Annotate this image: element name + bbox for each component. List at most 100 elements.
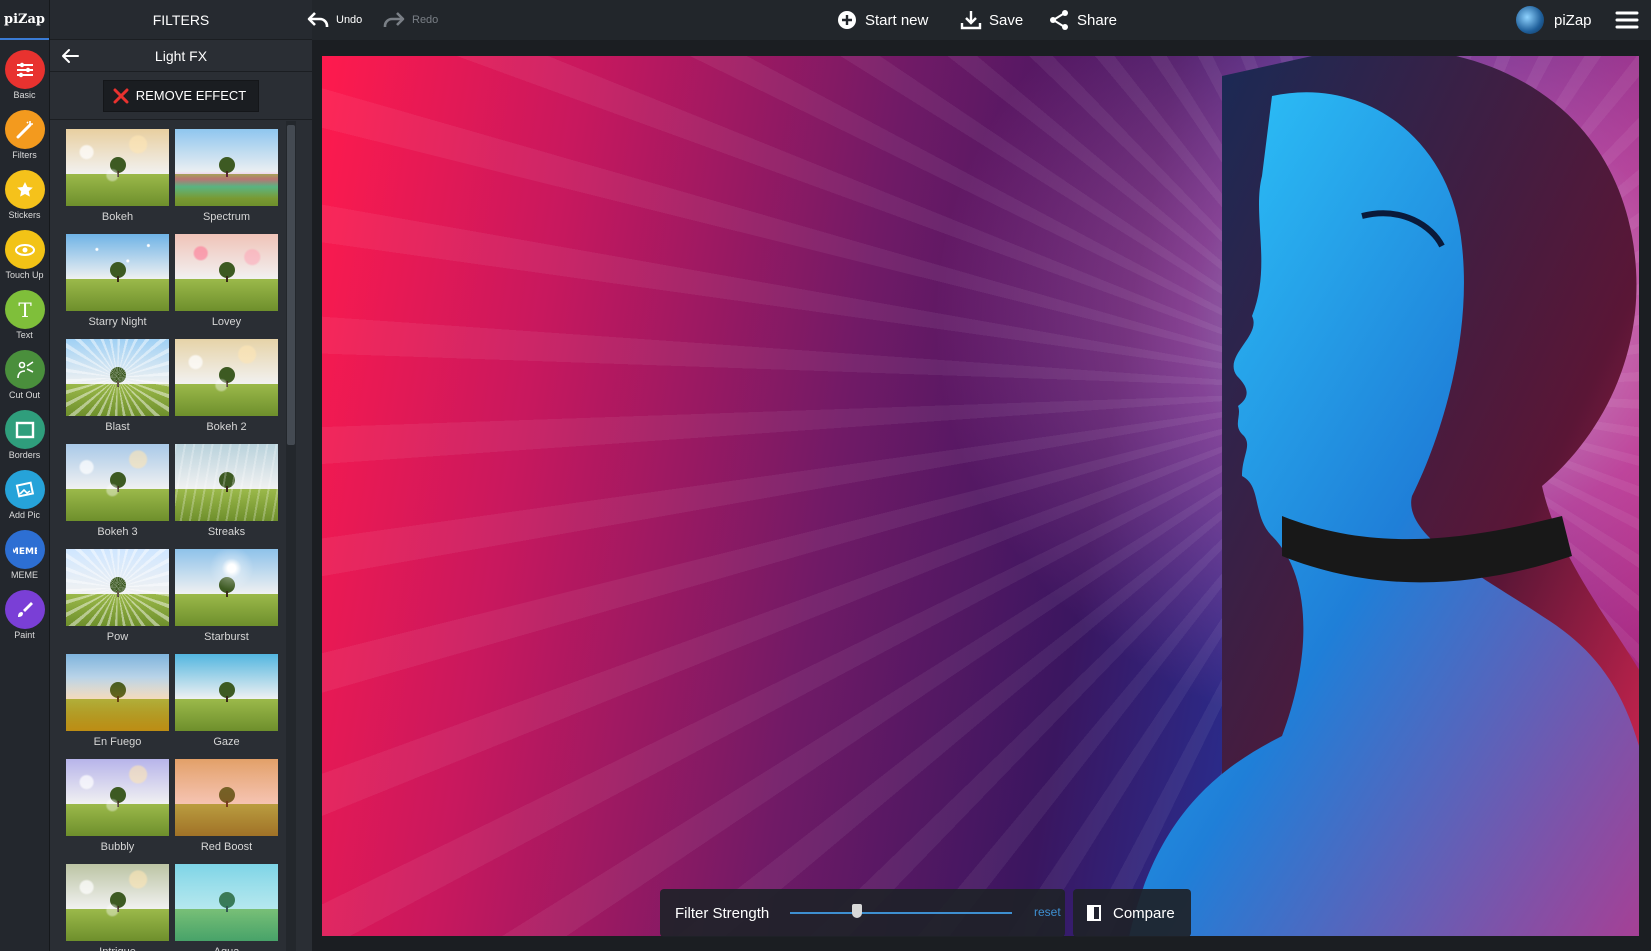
edited-photo[interactable] xyxy=(322,56,1639,936)
filter-label: Starburst xyxy=(204,631,249,643)
share-icon xyxy=(1050,10,1068,30)
filter-thumbnail xyxy=(66,759,169,836)
filter-thumbnail xyxy=(175,444,278,521)
app-logo[interactable]: piZap xyxy=(0,0,49,40)
cutout-icon xyxy=(4,350,45,389)
rail-item-touch-up[interactable]: Touch Up xyxy=(0,220,49,280)
undo-button[interactable]: Undo xyxy=(306,0,362,40)
user-name: piZap xyxy=(1554,11,1592,29)
filter-tile-streaks[interactable]: Streaks xyxy=(175,444,278,549)
avatar[interactable] xyxy=(1516,6,1544,34)
filter-thumbnail xyxy=(66,339,169,416)
panel-scrollbar[interactable] xyxy=(286,121,296,951)
compare-button[interactable]: Compare xyxy=(1073,889,1191,937)
plus-circle-icon xyxy=(838,11,856,29)
remove-effect-row: REMOVE EFFECT xyxy=(50,72,312,120)
filter-tile-starburst[interactable]: Starburst xyxy=(175,549,278,654)
filter-tile-bokeh[interactable]: Bokeh xyxy=(66,129,169,234)
rail-item-label: Touch Up xyxy=(5,270,44,280)
filter-strength-slider[interactable] xyxy=(790,904,1012,918)
filter-label: Gaze xyxy=(213,736,240,748)
filter-thumbnail xyxy=(175,654,278,731)
filter-strength-control: Filter Strength reset xyxy=(660,889,1065,937)
filter-tile-gaze[interactable]: Gaze xyxy=(175,654,278,759)
filter-thumbnail xyxy=(175,864,278,941)
back-arrow-icon[interactable] xyxy=(58,44,82,68)
rail-item-text[interactable]: T Text xyxy=(0,280,49,340)
filter-thumbnail xyxy=(175,339,278,416)
filter-label: Bubbly xyxy=(100,841,135,853)
rail-item-label: MEME xyxy=(11,570,38,580)
filter-thumbnail xyxy=(175,129,278,206)
start-new-label: Start new xyxy=(865,11,929,29)
filter-label: Pow xyxy=(106,631,129,643)
save-label: Save xyxy=(989,11,1024,29)
rail-item-label: Add Pic xyxy=(8,510,41,520)
rail-item-paint[interactable]: Paint xyxy=(0,580,49,640)
filter-tile-bubbly[interactable]: Bubbly xyxy=(66,759,169,864)
save-button[interactable]: Save xyxy=(959,0,1023,40)
filter-tile-red-boost[interactable]: Red Boost xyxy=(175,759,278,864)
rail-item-cut-out[interactable]: Cut Out xyxy=(0,340,49,400)
remove-effect-label: REMOVE EFFECT xyxy=(135,88,247,103)
filter-tile-intrigue[interactable]: Intrigue xyxy=(66,864,169,951)
undo-icon xyxy=(307,12,329,27)
filter-thumbnail xyxy=(66,444,169,521)
filter-label: Spectrum xyxy=(202,211,251,223)
rail-item-label: Borders xyxy=(8,450,41,460)
rail-item-borders[interactable]: Borders xyxy=(0,400,49,460)
filter-thumbnail xyxy=(175,549,278,626)
rail-item-meme[interactable]: MEME MEME xyxy=(0,520,49,580)
start-new-button[interactable]: Start new xyxy=(835,0,928,40)
svg-text:MEME: MEME xyxy=(13,547,37,557)
svg-text:T: T xyxy=(18,298,32,322)
rail-item-add-pic[interactable]: Add Pic xyxy=(0,460,49,520)
redo-button[interactable]: Redo xyxy=(382,0,438,40)
redo-icon xyxy=(383,12,405,27)
filter-thumbnail xyxy=(66,234,169,311)
filter-tile-bokeh-3[interactable]: Bokeh 3 xyxy=(66,444,169,549)
filter-thumbnail xyxy=(175,759,278,836)
redo-label: Redo xyxy=(412,14,439,26)
text-icon: T xyxy=(4,290,45,329)
filter-tile-aqua[interactable]: Aqua xyxy=(175,864,278,951)
filter-label: Bokeh xyxy=(101,211,134,223)
sticker-icon xyxy=(4,170,45,209)
slider-handle[interactable] xyxy=(851,904,862,918)
filter-grid: Bokeh Spectrum Starry Night Lovey Blast Bokeh… xyxy=(66,129,282,951)
filter-label: En Fuego xyxy=(93,736,142,748)
filter-label: Lovey xyxy=(211,316,242,328)
reset-link[interactable]: reset xyxy=(1034,905,1061,919)
rail-item-label: Cut Out xyxy=(8,390,40,400)
meme-icon: MEME xyxy=(4,530,45,569)
filter-tile-blast[interactable]: Blast xyxy=(66,339,169,444)
filter-thumbnail xyxy=(66,549,169,626)
scrollbar-thumb[interactable] xyxy=(287,125,295,445)
portrait-figure xyxy=(1129,56,1639,936)
share-button[interactable]: Share xyxy=(1047,0,1117,40)
filter-tile-en-fuego[interactable]: En Fuego xyxy=(66,654,169,759)
filter-tile-lovey[interactable]: Lovey xyxy=(175,234,278,339)
filter-label: Bokeh 3 xyxy=(97,526,138,538)
filter-tile-pow[interactable]: Pow xyxy=(66,549,169,654)
filter-label: Starry Night xyxy=(88,316,147,328)
rail-item-basic[interactable]: Basic xyxy=(0,40,49,100)
filter-label: Intrigue xyxy=(66,941,169,951)
share-label: Share xyxy=(1077,11,1118,29)
filter-tile-spectrum[interactable]: Spectrum xyxy=(175,129,278,234)
filter-thumbnail xyxy=(66,129,169,206)
rail-item-label: Text xyxy=(16,330,33,340)
rail-item-filters[interactable]: Filters xyxy=(0,100,49,160)
hamburger-menu-button[interactable] xyxy=(1615,0,1639,40)
hamburger-icon xyxy=(1615,11,1639,29)
user-menu[interactable]: piZap xyxy=(1516,0,1592,40)
filter-tile-bokeh-2[interactable]: Bokeh 2 xyxy=(175,339,278,444)
remove-effect-button[interactable]: REMOVE EFFECT xyxy=(102,79,260,112)
filter-strength-label: Filter Strength xyxy=(675,904,770,922)
close-icon xyxy=(113,88,129,103)
filter-tile-starry-night[interactable]: Starry Night xyxy=(66,234,169,339)
canvas-workspace: Filter Strength reset Compare xyxy=(312,40,1651,951)
rail-item-label: Stickers xyxy=(8,210,41,220)
rail-item-stickers[interactable]: Stickers xyxy=(0,160,49,220)
filter-label: Red Boost xyxy=(200,841,253,853)
